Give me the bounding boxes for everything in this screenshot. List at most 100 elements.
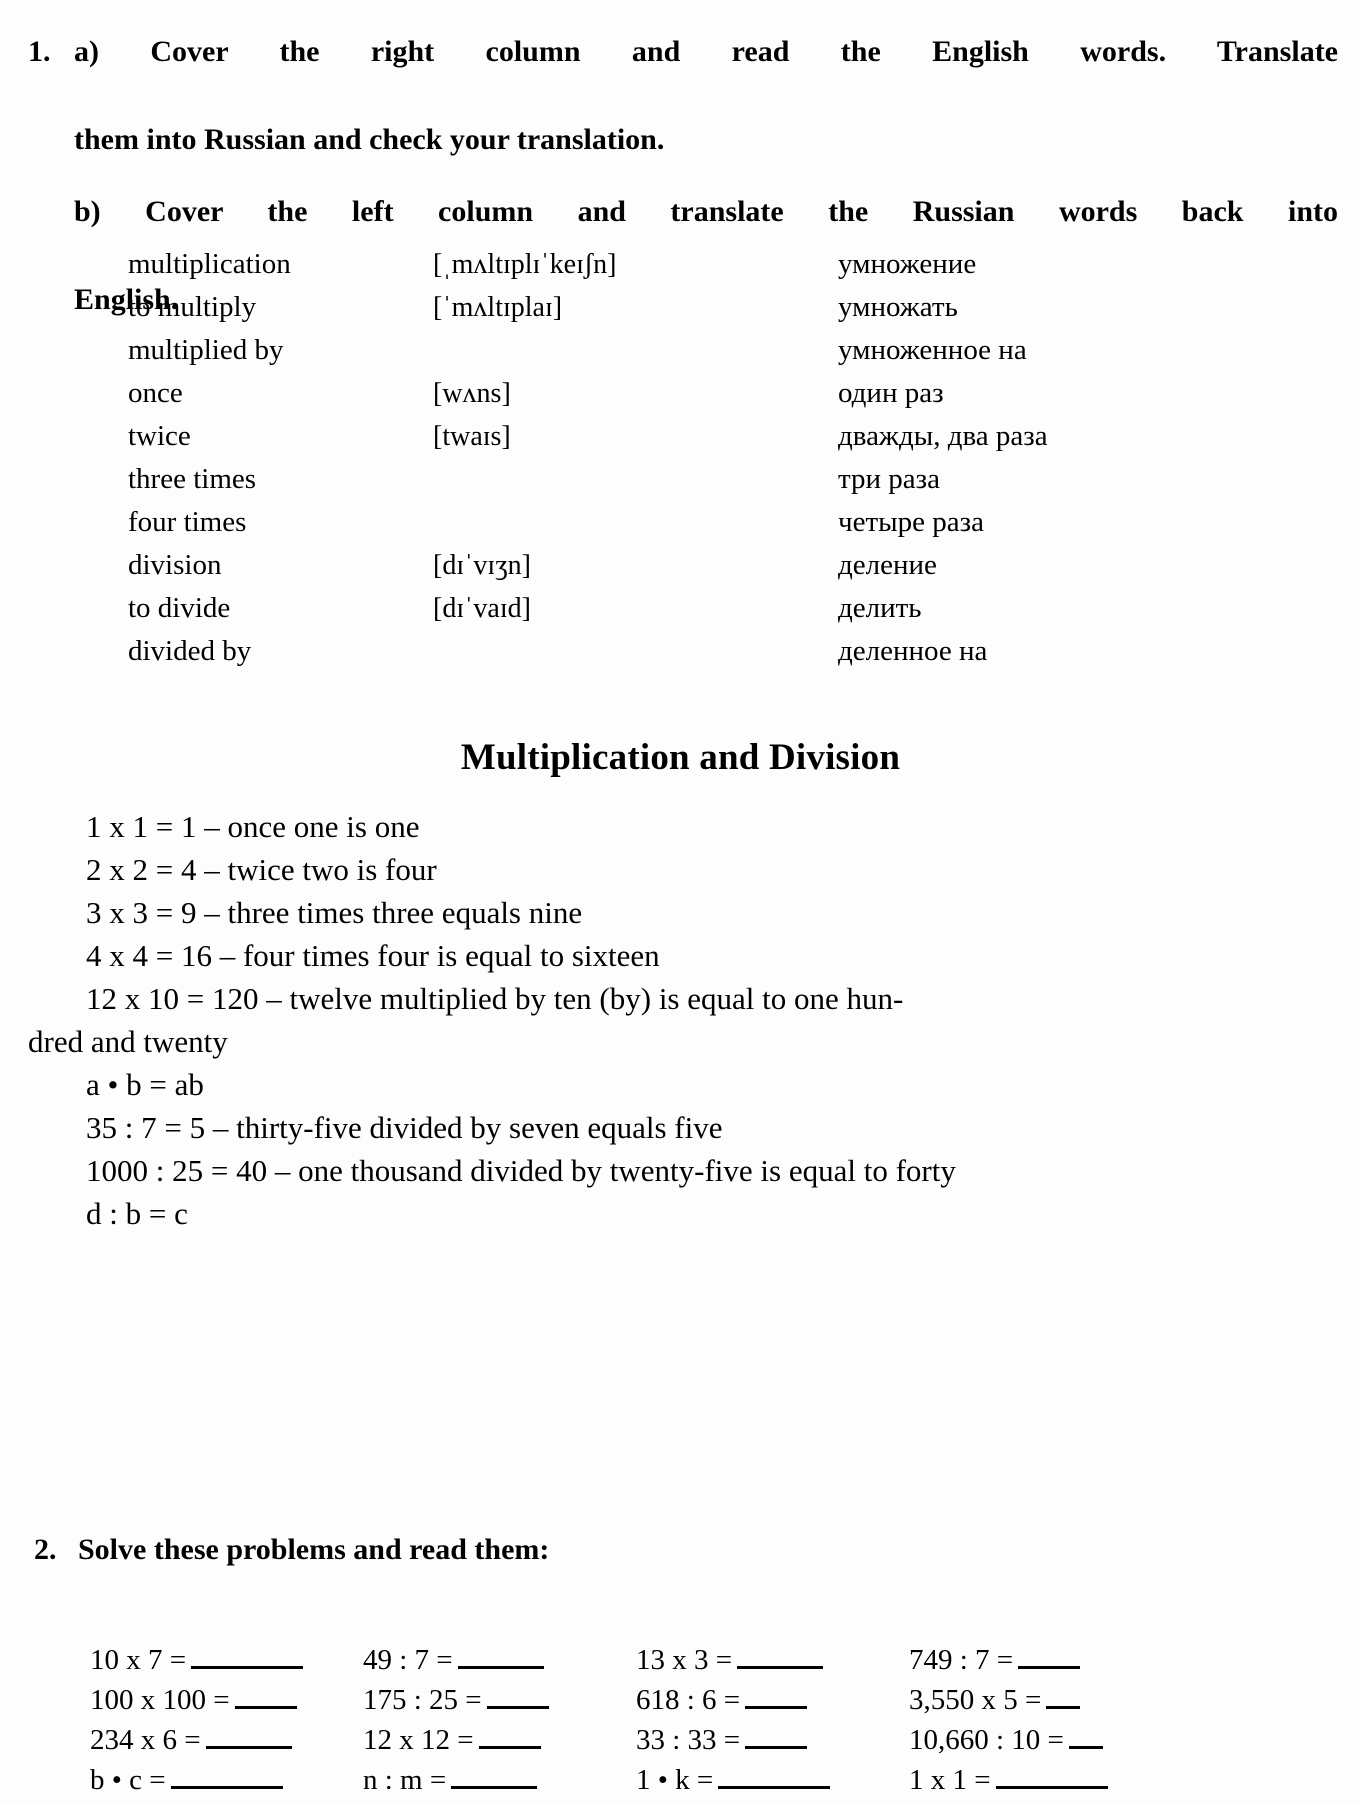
problem-expression: 33 : 33 = xyxy=(636,1724,741,1756)
answer-blank[interactable] xyxy=(737,1642,824,1669)
vocab-english: twice xyxy=(128,420,191,452)
answer-blank[interactable] xyxy=(718,1762,831,1789)
problem-item[interactable]: b • c = xyxy=(90,1760,363,1800)
problem-item[interactable]: 749 : 7 = xyxy=(909,1640,1182,1680)
vocab-english: once xyxy=(128,377,183,409)
vocab-transcription: [dɪˈvɪʒn] xyxy=(433,550,531,581)
problem-expression: 3,550 x 5 = xyxy=(909,1684,1042,1716)
table-row: division [dɪˈvɪʒn] деление xyxy=(128,544,1228,587)
table-row: to multiply [ˈmʌltɪplaɪ] умножать xyxy=(128,286,1228,329)
vocab-russian: три раза xyxy=(838,463,940,495)
exercise-1-part-a-line-2: them into Russian and check your transla… xyxy=(74,123,665,156)
exercise-2-number: 2. xyxy=(34,1533,57,1566)
answer-blank[interactable] xyxy=(457,1642,544,1669)
vocab-transcription: [twaɪs] xyxy=(433,421,511,452)
problem-expression: 1 x 1 = xyxy=(909,1764,991,1796)
math-example-line: a • b = ab xyxy=(86,1067,204,1102)
problem-expression: 618 : 6 = xyxy=(636,1684,741,1716)
problem-row: 234 x 6 = 12 x 12 = 33 : 33 = 10,660 : 1… xyxy=(90,1720,1350,1760)
math-example-line: 4 x 4 = 16 – four times four is equal to… xyxy=(86,938,660,973)
table-row: twice [twaɪs] дважды, два раза xyxy=(128,415,1228,458)
problem-item[interactable]: n : m = xyxy=(363,1760,636,1800)
problem-expression: 749 : 7 = xyxy=(909,1644,1014,1676)
table-row: multiplication [ˌmʌltɪplɪˈkeɪʃn] умножен… xyxy=(128,243,1228,286)
problem-item[interactable]: 100 x 100 = xyxy=(90,1680,363,1720)
problem-item[interactable]: 12 x 12 = xyxy=(363,1720,636,1760)
answer-blank[interactable] xyxy=(191,1642,304,1669)
math-example-line: 3 x 3 = 9 – three times three equals nin… xyxy=(86,895,583,930)
problem-item[interactable]: 49 : 7 = xyxy=(363,1640,636,1680)
answer-blank[interactable] xyxy=(234,1682,297,1709)
vocab-russian: умножать xyxy=(838,291,958,323)
problem-item[interactable]: 10,660 : 10 = xyxy=(909,1720,1182,1760)
vocab-english: division xyxy=(128,549,222,581)
problem-expression: n : m = xyxy=(363,1764,447,1796)
problem-expression: 175 : 25 = xyxy=(363,1684,482,1716)
vocab-russian: дважды, два раза xyxy=(838,420,1048,452)
problem-item[interactable]: 234 x 6 = xyxy=(90,1720,363,1760)
vocab-transcription: [wʌns] xyxy=(433,378,511,409)
problem-item[interactable]: 13 x 3 = xyxy=(636,1640,909,1680)
answer-blank[interactable] xyxy=(1046,1682,1081,1709)
math-example-line: d : b = c xyxy=(86,1196,188,1231)
problem-expression: 234 x 6 = xyxy=(90,1724,201,1756)
table-row: to divide [dɪˈvaɪd] делить xyxy=(128,587,1228,630)
exercise-1-number: 1. xyxy=(28,35,51,68)
vocabulary-table: multiplication [ˌmʌltɪplɪˈkeɪʃn] умножен… xyxy=(128,243,1228,673)
problem-item[interactable]: 175 : 25 = xyxy=(363,1680,636,1720)
vocab-english: to divide xyxy=(128,592,231,624)
math-example-line: 12 x 10 = 120 – twelve multiplied by ten… xyxy=(86,981,904,1016)
vocab-russian: четыре раза xyxy=(838,506,984,538)
vocab-english: divided by xyxy=(128,635,252,667)
document-page: 1. a) Cover the right column and read th… xyxy=(0,0,1361,1805)
answer-blank[interactable] xyxy=(478,1722,541,1749)
table-row: four times четыре раза xyxy=(128,501,1228,544)
math-example-line-continuation: dred and twenty xyxy=(28,1024,228,1059)
problem-item[interactable]: 1 x 1 = xyxy=(909,1760,1182,1800)
table-row: three times три раза xyxy=(128,458,1228,501)
answer-blank[interactable] xyxy=(205,1722,292,1749)
vocab-russian: деленное на xyxy=(838,635,988,667)
vocab-russian: умножение xyxy=(838,248,977,280)
answer-blank[interactable] xyxy=(995,1762,1108,1789)
vocab-transcription: [ˈmʌltɪplaɪ] xyxy=(433,292,563,323)
vocab-russian: один раз xyxy=(838,377,944,409)
vocab-english: multiplication xyxy=(128,248,291,280)
section-title: Multiplication and Division xyxy=(460,737,901,778)
problem-expression: 12 x 12 = xyxy=(363,1724,474,1756)
math-example-line: 2 x 2 = 4 – twice two is four xyxy=(86,852,437,887)
answer-blank[interactable] xyxy=(1018,1642,1081,1669)
problem-expression: 1 • k = xyxy=(636,1764,714,1796)
vocab-russian: делить xyxy=(838,592,922,624)
table-row: multiplied by умноженное на xyxy=(128,329,1228,372)
vocab-english: four times xyxy=(128,506,247,538)
exercise-2-title: Solve these problems and read them: xyxy=(78,1533,550,1566)
answer-blank[interactable] xyxy=(451,1762,538,1789)
vocab-transcription: [ˌmʌltɪplɪˈkeɪʃn] xyxy=(433,249,617,280)
problem-item[interactable]: 3,550 x 5 = xyxy=(909,1680,1182,1720)
problem-item[interactable]: 618 : 6 = xyxy=(636,1680,909,1720)
answer-blank[interactable] xyxy=(745,1682,808,1709)
table-row: once [wʌns] один раз xyxy=(128,372,1228,415)
problem-expression: 10,660 : 10 = xyxy=(909,1724,1064,1756)
problem-row: 10 x 7 = 49 : 7 = 13 x 3 = 749 : 7 = xyxy=(90,1640,1350,1680)
vocab-transcription: [dɪˈvaɪd] xyxy=(433,593,531,624)
problem-item[interactable]: 10 x 7 = xyxy=(90,1640,363,1680)
vocab-english: multiplied by xyxy=(128,334,284,366)
problem-expression: 49 : 7 = xyxy=(363,1644,453,1676)
answer-blank[interactable] xyxy=(170,1762,283,1789)
answer-blank[interactable] xyxy=(1068,1722,1103,1749)
answer-blank[interactable] xyxy=(745,1722,808,1749)
vocab-russian: умноженное на xyxy=(838,334,1027,366)
answer-blank[interactable] xyxy=(486,1682,549,1709)
exercise-1-part-a: 1. a) Cover the right column and read th… xyxy=(28,30,1338,162)
exercise-1-part-a-text: a) Cover the right column and read the E… xyxy=(74,30,1338,162)
problem-item[interactable]: 33 : 33 = xyxy=(636,1720,909,1760)
problem-row: 100 x 100 = 175 : 25 = 618 : 6 = 3,550 x… xyxy=(90,1680,1350,1720)
problem-item[interactable]: 1 • k = xyxy=(636,1760,909,1800)
vocab-russian: деление xyxy=(838,549,937,581)
math-examples-list: 1 x 1 = 1 – once one is one 2 x 2 = 4 – … xyxy=(28,805,1338,1235)
exercise-1-part-a-line-1: a) Cover the right column and read the E… xyxy=(74,35,1338,68)
vocab-english: to multiply xyxy=(128,291,257,323)
problem-expression: b • c = xyxy=(90,1764,166,1796)
